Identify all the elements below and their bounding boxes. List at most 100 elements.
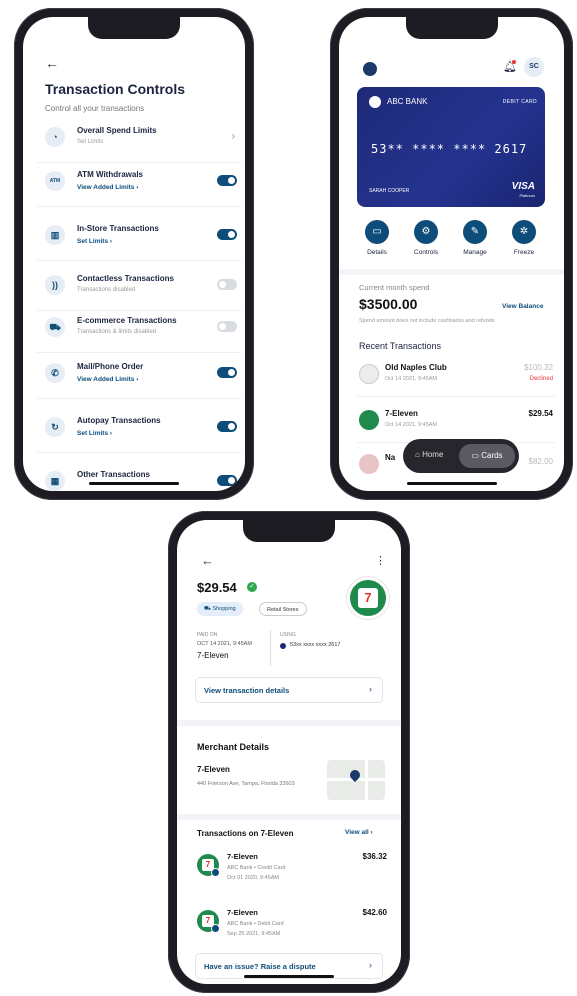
control-status: Transactions disabled [77, 287, 136, 293]
card-bank-logo [369, 96, 381, 108]
control-in-store: ▥ In-Store Transactions Set Limits › [37, 217, 241, 261]
snowflake-icon: ✲ [512, 220, 536, 244]
nav-cards[interactable]: ▭ Cards [459, 444, 515, 468]
card-tier: Platinum [519, 193, 535, 198]
control-ecommerce: ⛟ E-commerce Transactions Transactions &… [37, 309, 241, 353]
controls-screen: ← Transaction Controls Control all your … [23, 17, 245, 491]
bank-badge-icon [211, 868, 220, 877]
gear-icon: ⚙ [414, 220, 438, 244]
contactless-icon: )) [45, 275, 65, 295]
atm-icon: ATM [45, 171, 65, 191]
avatar[interactable]: SC [524, 57, 544, 77]
control-mail-phone: ✆ Mail/Phone Order View Added Limits › [37, 355, 241, 399]
recent-transactions-title: Recent Transactions [359, 341, 442, 351]
transaction-row[interactable]: Old Naples Club Oct 14 2021, 9:45AM $100… [357, 355, 555, 397]
action-manage[interactable]: ✎ Manage [450, 220, 500, 256]
phone-transaction-controls: ← Transaction Controls Control all your … [14, 8, 254, 500]
merchant-address: 440 Frierson Ave, Tampa, Florida 33603 [197, 781, 295, 787]
page-title: Transaction Controls [45, 81, 186, 97]
control-link[interactable]: View Added Limits › [77, 184, 138, 191]
payment-source: ABC Bank • Debit Card [227, 921, 284, 927]
toggle-on[interactable] [217, 175, 237, 186]
section-divider [339, 269, 564, 275]
chevron-right-icon[interactable]: › [232, 131, 235, 142]
bank-badge-icon [211, 924, 220, 933]
action-freeze[interactable]: ✲ Freeze [499, 220, 549, 256]
transaction-date: Oct 01 2020, 9:45AM [227, 875, 279, 881]
transaction-amount: $29.54 [528, 409, 553, 418]
toggle-on[interactable] [217, 229, 237, 240]
chevron-right-icon: › [369, 684, 372, 694]
card-network: VISA [511, 181, 535, 192]
control-name: Autopay Transactions [77, 416, 161, 425]
view-all-link[interactable]: View all › [345, 829, 373, 836]
transaction-row[interactable]: 7-Eleven Oct 14 2021, 9:45AM $29.54 [357, 401, 555, 443]
paid-to: 7-Eleven [197, 651, 229, 660]
arrow-left-icon[interactable]: ← [45, 55, 59, 71]
home-indicator [406, 482, 497, 485]
control-contactless: )) Contactless Transactions Transactions… [37, 267, 241, 311]
toggle-on[interactable] [217, 475, 237, 486]
toggle-off[interactable] [217, 279, 237, 290]
control-name: Overall Spend Limits [77, 126, 157, 135]
bank-logo [363, 62, 377, 76]
divider [270, 630, 271, 666]
debit-card[interactable]: ABC BANK DEBIT CARD 53** **** **** 2617 … [357, 87, 545, 207]
nav-cards-label: Cards [481, 451, 503, 460]
merchant-details-title: Merchant Details [197, 742, 270, 752]
list-item[interactable]: 7 7-Eleven ABC Bank • Credit Card Oct 01… [197, 850, 387, 900]
action-label: Controls [413, 249, 439, 256]
control-atm-withdrawals: ATM ATM Withdrawals View Added Limits › [37, 163, 241, 207]
home-icon: ⌂ [415, 450, 423, 459]
nav-home[interactable]: ⌂ Home [415, 450, 443, 459]
transaction-amount: $29.54 [197, 580, 237, 595]
phone-transaction-detail: ← ⋮ $29.54 ✓ 7 ⛟ Shopping Retail Stores … [168, 511, 410, 993]
transaction-amount: $36.32 [362, 852, 387, 861]
view-transaction-details-button[interactable]: View transaction details › [195, 677, 383, 703]
control-name: Other Transactions [77, 470, 150, 479]
control-name: Mail/Phone Order [77, 362, 144, 371]
transaction-date: Sep 25 2021, 9:45AM [227, 931, 281, 937]
home-indicator [244, 975, 334, 978]
tag-label: Shopping [212, 606, 236, 612]
control-link[interactable]: View Added Limits › [77, 376, 138, 383]
list-item[interactable]: 7 7-Eleven ABC Bank • Debit Card Sep 25 … [197, 906, 387, 956]
toggle-on[interactable] [217, 421, 237, 432]
merchant-name: 7-Eleven [385, 409, 418, 418]
cart-icon: ⛟ [45, 317, 65, 337]
home-indicator [89, 482, 179, 485]
control-other: ▦ Other Transactions [37, 463, 241, 491]
action-controls[interactable]: ⚙ Controls [401, 220, 451, 256]
tag-shopping[interactable]: ⛟ Shopping [197, 602, 243, 616]
view-balance-link[interactable]: View Balance [502, 303, 543, 310]
control-name: E-commerce Transactions [77, 316, 177, 325]
spend-amount: $3500.00 [359, 296, 418, 312]
section-divider [177, 814, 401, 820]
merchant-logo [359, 410, 379, 430]
spend-note: Spend amount does not include cashbacks … [359, 318, 495, 324]
action-details[interactable]: ▭ Details [352, 220, 402, 256]
control-name: In-Store Transactions [77, 224, 159, 233]
bottom-nav: ⌂ Home ▭ Cards [403, 439, 519, 473]
card-icon: ▭ [471, 451, 482, 460]
status-badge: Declined [529, 376, 553, 382]
spend-label: Current month spend [359, 283, 430, 292]
button-label: Have an issue? Raise a dispute [204, 962, 316, 971]
notch [243, 520, 335, 542]
notch [88, 17, 180, 39]
more-vertical-icon[interactable]: ⋮ [375, 554, 386, 567]
control-name: ATM Withdrawals [77, 170, 144, 179]
toggle-off[interactable] [217, 321, 237, 332]
page-subtitle: Control all your transactions [45, 104, 145, 113]
control-overall-spend-limits[interactable]: ◔ Overall Spend Limits Set Limits › [37, 119, 241, 163]
map-thumbnail[interactable] [327, 760, 385, 800]
tag-retail[interactable]: Retail Stores [259, 602, 307, 616]
transaction-amount: $82.00 [528, 457, 553, 466]
toggle-on[interactable] [217, 367, 237, 378]
control-link[interactable]: Set Limits › [77, 238, 112, 245]
control-link[interactable]: Set Limits › [77, 430, 112, 437]
control-name: Contactless Transactions [77, 274, 174, 283]
card-dot-icon [280, 643, 286, 649]
check-icon: ✓ [247, 582, 257, 592]
arrow-left-icon[interactable]: ← [201, 553, 214, 568]
